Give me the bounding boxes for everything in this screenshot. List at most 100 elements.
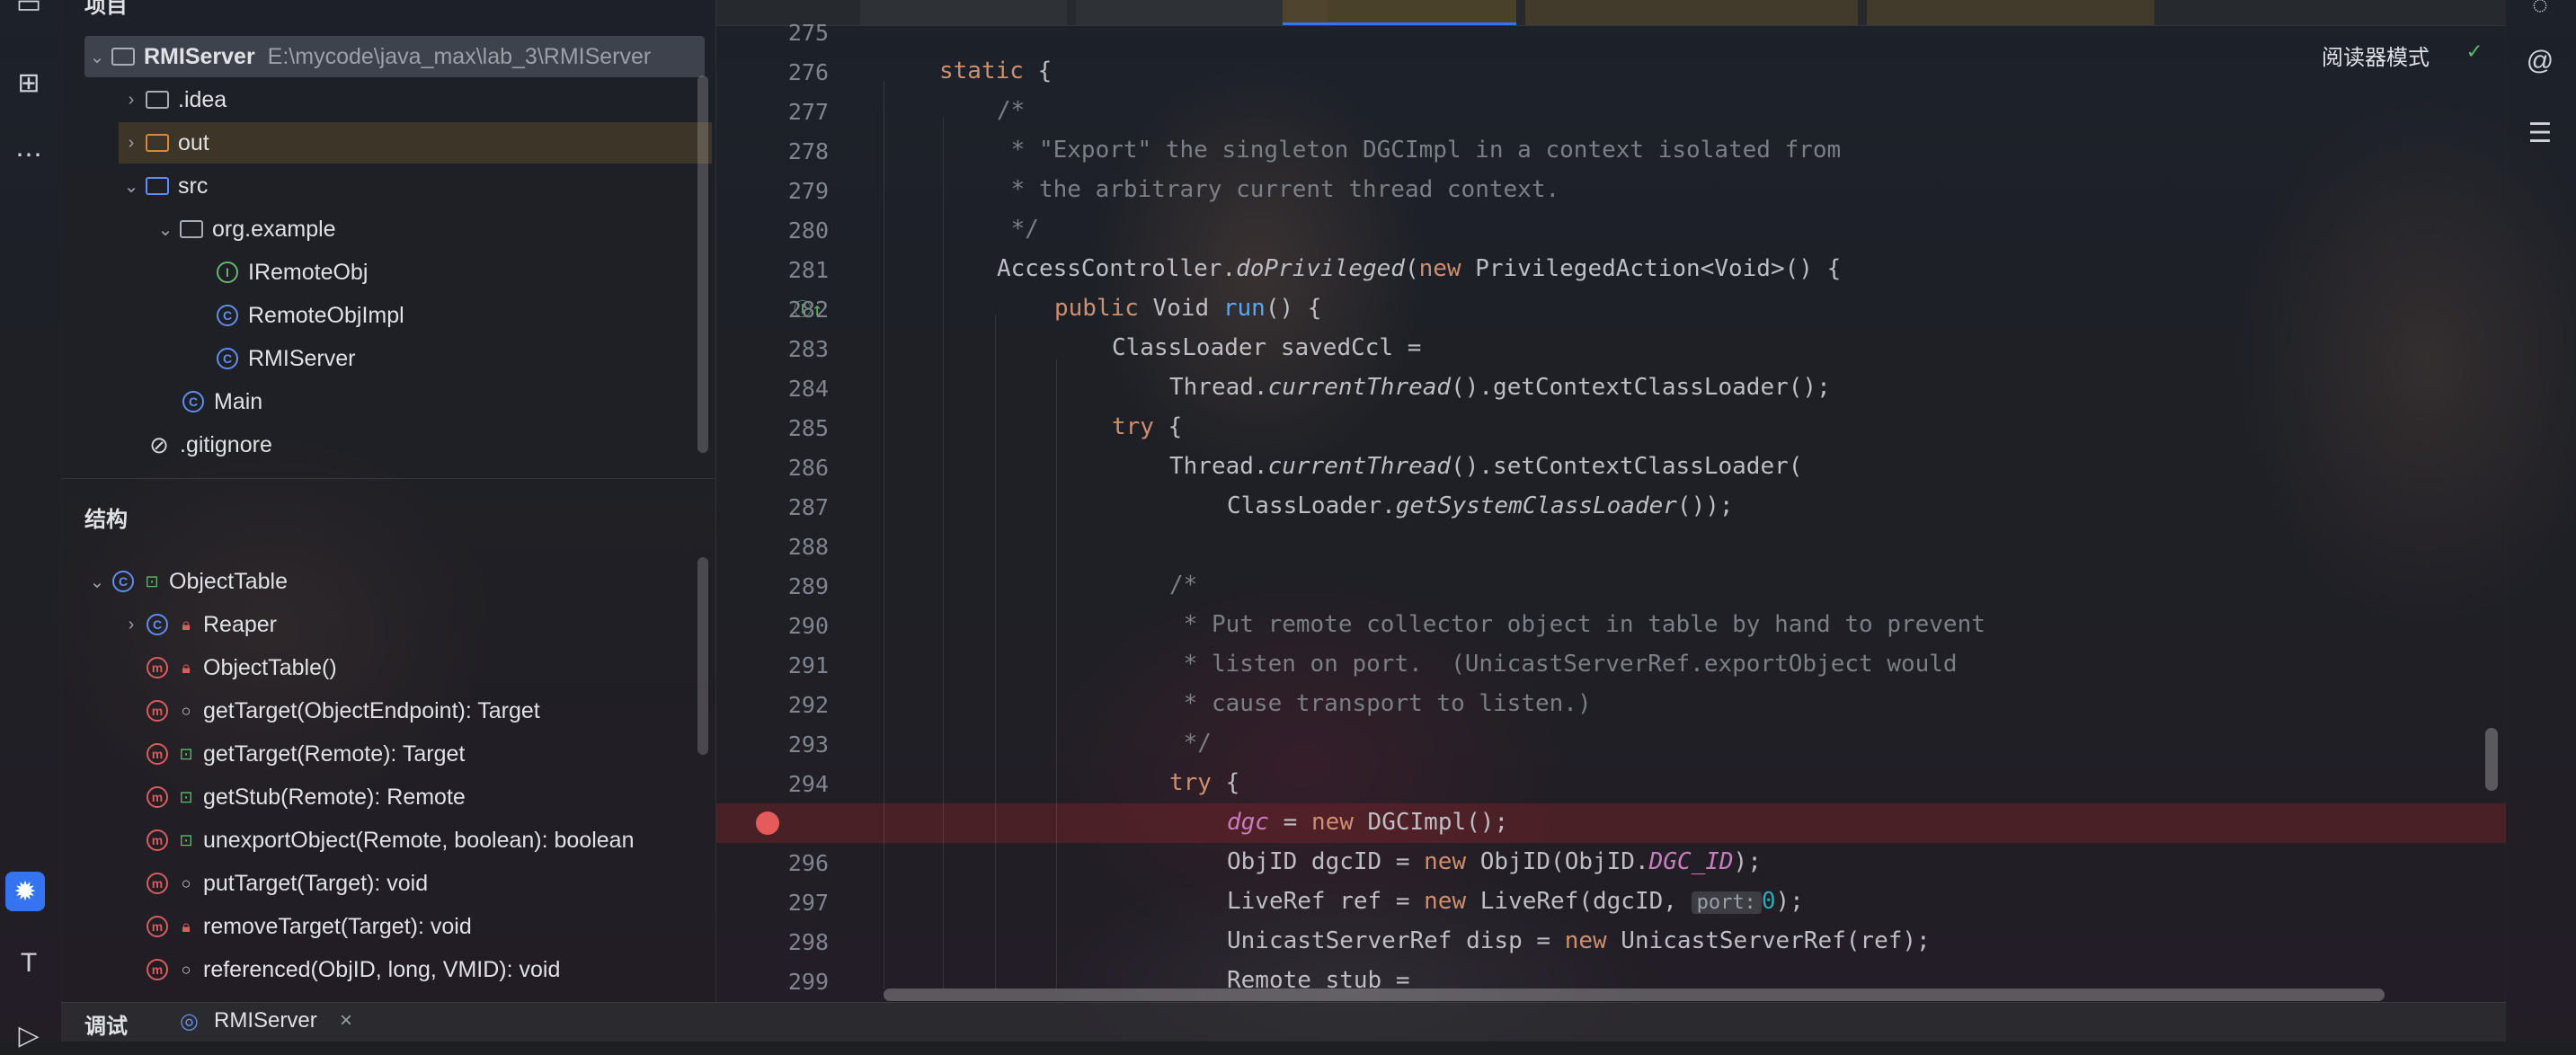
project-panel: 项目 ⌄ RMIServer E:\mycode\java_max\lab_3\… bbox=[61, 0, 716, 1002]
method-icon: m bbox=[144, 740, 171, 767]
structure-member[interactable]: m ○ putTarget(Target): void bbox=[144, 863, 428, 904]
database-icon[interactable]: ☰ bbox=[2520, 113, 2560, 153]
package-private-icon: ○ bbox=[181, 701, 191, 720]
tree-item-org-example[interactable]: ⌄ org.example bbox=[153, 208, 336, 250]
tree-item-main[interactable]: C Main bbox=[180, 381, 262, 422]
folder-icon bbox=[144, 86, 171, 113]
editor-tab-bar bbox=[716, 0, 2506, 26]
structure-member-label: ObjectTable() bbox=[203, 654, 337, 680]
breakpoint-icon[interactable] bbox=[756, 811, 779, 835]
tree-item-gitignore[interactable]: ⊘ .gitignore bbox=[146, 424, 272, 465]
structure-icon[interactable]: ⊞ bbox=[9, 63, 49, 102]
run-config-icon: ◎ bbox=[180, 1009, 199, 1033]
editor-tab-active[interactable] bbox=[1283, 0, 1516, 25]
structure-member[interactable]: m 🔒︎ removeTarget(Target): void bbox=[144, 906, 472, 947]
line-number: 275 bbox=[787, 20, 829, 46]
structure-member[interactable]: m ⊡ getStub(Remote): Remote bbox=[144, 776, 466, 818]
line-number: 287 bbox=[787, 494, 829, 520]
excluded-folder-icon bbox=[144, 129, 171, 156]
more-icon[interactable]: ⋯ bbox=[9, 135, 49, 174]
code-line-294: try { bbox=[1169, 769, 1240, 796]
structure-member-label: removeTarget(Target): void bbox=[203, 913, 472, 939]
structure-scrollbar[interactable] bbox=[697, 557, 708, 755]
structure-root-objecttable[interactable]: ⌄ C ⊡ ObjectTable bbox=[84, 561, 288, 602]
breakpoint-line-highlight bbox=[716, 803, 2506, 843]
right-tool-strip: ◌ @ ☰ bbox=[2505, 0, 2576, 1041]
code-line-282: public Void run() { bbox=[1054, 295, 1322, 322]
method-icon: m bbox=[144, 827, 171, 854]
editor-horizontal-scrollbar[interactable] bbox=[884, 989, 2385, 1001]
package-icon bbox=[178, 216, 205, 243]
tree-item-iremoteobj[interactable]: I IRemoteObj bbox=[214, 252, 368, 293]
chevron-right-icon[interactable]: › bbox=[119, 133, 144, 154]
notifications-icon[interactable]: ◌ bbox=[2520, 0, 2560, 25]
tree-item-label: IRemoteObj bbox=[248, 259, 369, 285]
tree-item-label: RemoteObjImpl bbox=[248, 302, 404, 328]
code-line-276: static { bbox=[939, 58, 1053, 84]
run-icon[interactable]: ▷ bbox=[9, 1015, 49, 1055]
runnable-class-icon: C bbox=[214, 345, 241, 372]
indent-guide bbox=[1056, 359, 1057, 989]
package-private-icon: ○ bbox=[181, 873, 191, 892]
code-line-281: AccessController.doPrivileged(new Privil… bbox=[997, 255, 1842, 282]
line-number: 276 bbox=[787, 59, 829, 85]
reader-mode-toggle[interactable]: 阅读器模式 bbox=[2322, 40, 2429, 71]
code-editor[interactable]: Ⓘ↑ 275 276 277 278 279 280 281 282 283 2… bbox=[716, 0, 2506, 1002]
tree-item-remoteobjimpl[interactable]: C RemoteObjImpl bbox=[214, 295, 404, 336]
structure-member-label: getTarget(Remote): Target bbox=[203, 740, 466, 767]
left-tool-strip: ▭ ⊞ ⋯ ✹ T ▷ bbox=[0, 0, 62, 1051]
structure-member[interactable]: m ○ referenced(ObjID, long, VMID): void bbox=[144, 949, 560, 990]
close-icon[interactable]: × bbox=[340, 1008, 352, 1033]
code-line-292: * cause transport to listen.) bbox=[1169, 690, 1592, 717]
folder-icon[interactable]: ▭ bbox=[9, 0, 49, 23]
method-icon: m bbox=[144, 784, 171, 811]
editor-tab[interactable] bbox=[860, 0, 1067, 25]
method-icon: m bbox=[144, 956, 171, 983]
tree-item-label: src bbox=[178, 173, 209, 199]
code-line-278: * "Export" the singleton DGCImpl in a co… bbox=[997, 137, 1842, 164]
package-private-icon: ⊡ bbox=[145, 572, 159, 590]
class-icon: C bbox=[144, 611, 171, 638]
code-line-284: Thread.currentThread().getContextClassLo… bbox=[1169, 374, 1831, 401]
tree-root-rmiserver[interactable]: ⌄ RMIServer E:\mycode\java_max\lab_3\RMI… bbox=[84, 36, 705, 77]
editor-vertical-scrollbar[interactable] bbox=[2485, 728, 2498, 791]
line-number: 278 bbox=[787, 138, 829, 164]
tree-item-out[interactable]: › out bbox=[119, 122, 712, 164]
private-lock-icon: 🔒︎ bbox=[182, 658, 191, 677]
structure-member[interactable]: m 🔒︎ ObjectTable() bbox=[144, 647, 337, 688]
editor-tab[interactable] bbox=[1525, 0, 1858, 25]
no-problems-check-icon[interactable]: ✓ bbox=[2467, 38, 2482, 65]
code-line-296: ObjID dgcID = new ObjID(ObjID.DGC_ID); bbox=[1227, 848, 1762, 875]
ai-assistant-icon[interactable]: @ bbox=[2520, 41, 2560, 81]
editor-tab[interactable] bbox=[1867, 0, 2154, 25]
chevron-down-icon[interactable]: ⌄ bbox=[119, 175, 144, 198]
interface-icon: I bbox=[214, 259, 241, 286]
line-number: 285 bbox=[787, 415, 829, 441]
tree-item-src[interactable]: ⌄ src bbox=[119, 165, 209, 207]
tree-item-rmiserver[interactable]: C RMIServer bbox=[214, 338, 355, 379]
debug-bug-icon[interactable]: ✹ bbox=[5, 872, 45, 911]
structure-member[interactable]: m ○ getTarget(ObjectEndpoint): Target bbox=[144, 690, 540, 731]
structure-member-label: getStub(Remote): Remote bbox=[203, 784, 466, 810]
structure-member-label: referenced(ObjID, long, VMID): void bbox=[203, 956, 561, 982]
line-number: 288 bbox=[787, 534, 829, 560]
structure-root-label: ObjectTable bbox=[169, 568, 289, 594]
structure-member[interactable]: m ⊡ getTarget(Remote): Target bbox=[144, 733, 465, 775]
code-line-277: /* bbox=[997, 97, 1026, 124]
line-number: 290 bbox=[787, 613, 829, 639]
tree-item-idea[interactable]: › .idea bbox=[119, 79, 227, 120]
chevron-down-icon[interactable]: ⌄ bbox=[84, 46, 110, 68]
line-number: 286 bbox=[787, 455, 829, 481]
tree-item-label: out bbox=[178, 129, 209, 155]
structure-member[interactable]: m ⊡ unexportObject(Remote, boolean): boo… bbox=[144, 820, 634, 861]
chevron-down-icon[interactable]: ⌄ bbox=[153, 218, 178, 241]
chevron-down-icon[interactable]: ⌄ bbox=[84, 571, 110, 593]
run-config-tab[interactable]: RMIServer bbox=[214, 1008, 317, 1033]
text-tool-icon[interactable]: T bbox=[9, 944, 49, 983]
structure-member-reaper[interactable]: › C 🔒︎ Reaper bbox=[119, 604, 277, 645]
source-folder-icon bbox=[144, 173, 171, 199]
line-number: 289 bbox=[787, 573, 829, 599]
chevron-right-icon[interactable]: › bbox=[119, 90, 144, 111]
chevron-right-icon[interactable]: › bbox=[119, 615, 144, 635]
project-tree-scrollbar[interactable] bbox=[697, 75, 708, 453]
